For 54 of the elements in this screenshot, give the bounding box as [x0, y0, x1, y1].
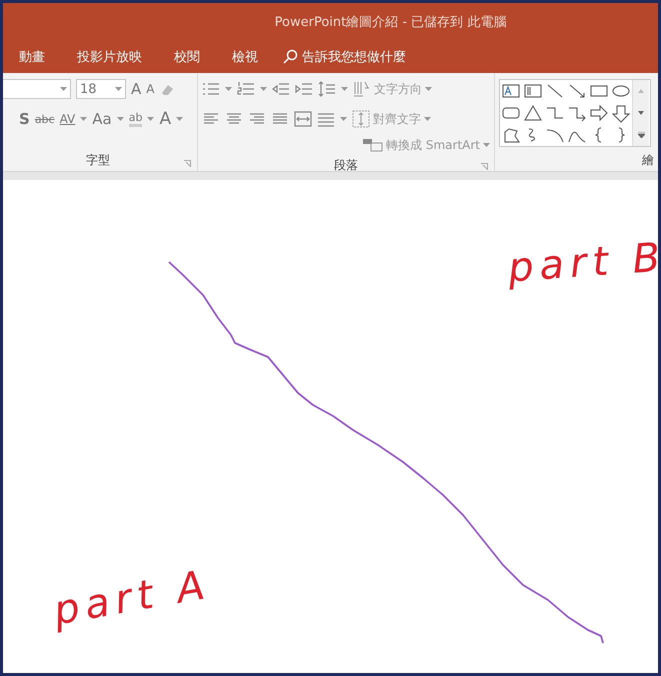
columns-icon[interactable] — [317, 111, 335, 127]
dropdown-caret-icon[interactable] — [260, 87, 267, 91]
grow-font-button[interactable]: A — [131, 80, 142, 98]
shrink-font-button[interactable]: A — [146, 82, 154, 96]
more-icon[interactable] — [638, 132, 644, 138]
dropdown-caret-icon[interactable] — [425, 87, 432, 91]
font-color-button[interactable]: A — [159, 109, 172, 129]
change-case-button[interactable]: Aa — [92, 110, 112, 128]
ribbon-tab[interactable]: 校閱 — [158, 48, 216, 66]
dropdown-caret-icon[interactable] — [341, 87, 348, 91]
group-label: 段落 — [334, 157, 358, 174]
ribbon-tab[interactable]: 動畫 — [3, 48, 61, 66]
text-direction-icon — [353, 80, 371, 98]
bullets-icon[interactable] — [202, 81, 220, 97]
character-spacing-button[interactable]: AV — [60, 112, 76, 126]
dropdown-caret-icon[interactable] — [225, 87, 232, 91]
ribbon-tab[interactable]: 檢視 — [216, 48, 274, 66]
dropdown-caret-icon[interactable] — [60, 87, 67, 91]
dropdown-caret-icon[interactable] — [424, 117, 431, 121]
increase-indent-icon[interactable] — [295, 81, 313, 97]
right-arrow-icon[interactable] — [588, 102, 610, 124]
align-text-button[interactable]: 對齊文字 — [352, 110, 431, 128]
tell-me-search-field[interactable]: 告訴我您想做什麼 — [274, 48, 406, 66]
align-text-icon — [352, 110, 370, 128]
convert-to-smartart-button[interactable]: 轉換成 SmartArt — [363, 136, 490, 154]
dropdown-caret-icon[interactable] — [483, 143, 490, 147]
ribbon-tab[interactable]: 投影片放映 — [61, 48, 158, 66]
shadow-button[interactable]: S — [19, 110, 30, 128]
decrease-indent-icon[interactable] — [272, 81, 290, 97]
group-label: 繪 — [642, 152, 654, 168]
handwritten-label: part A — [50, 562, 214, 634]
dropdown-caret-icon[interactable] — [115, 87, 122, 91]
scroll-up-icon[interactable] — [638, 89, 644, 93]
distributed-icon[interactable] — [294, 111, 312, 127]
dialog-launcher-icon[interactable] — [184, 160, 191, 167]
handwritten-label: part B — [506, 234, 658, 292]
group-label: 字型 — [86, 152, 110, 168]
scroll-down-icon[interactable] — [638, 111, 644, 115]
line-spacing-icon[interactable] — [318, 81, 336, 97]
dropdown-caret-icon[interactable] — [116, 117, 124, 121]
strikethrough-button[interactable]: abc — [34, 112, 55, 126]
highlight-button[interactable]: ab — [128, 111, 142, 127]
numbering-icon[interactable] — [237, 81, 255, 97]
text-direction-button[interactable]: 文字方向 — [353, 80, 432, 98]
window-title: PowerPoint繪圖介紹 - 已儲存到 此電腦 — [274, 14, 508, 32]
search-icon — [282, 49, 298, 65]
dropdown-caret-icon[interactable] — [340, 117, 347, 121]
dropdown-caret-icon[interactable] — [147, 117, 154, 121]
smartart-icon — [363, 138, 384, 152]
dropdown-caret-icon[interactable] — [176, 117, 184, 121]
dialog-launcher-icon[interactable] — [481, 163, 488, 170]
font-size-field[interactable]: 18 — [76, 79, 126, 99]
dropdown-caret-icon[interactable] — [80, 117, 88, 121]
font-name-field[interactable] — [3, 79, 71, 99]
